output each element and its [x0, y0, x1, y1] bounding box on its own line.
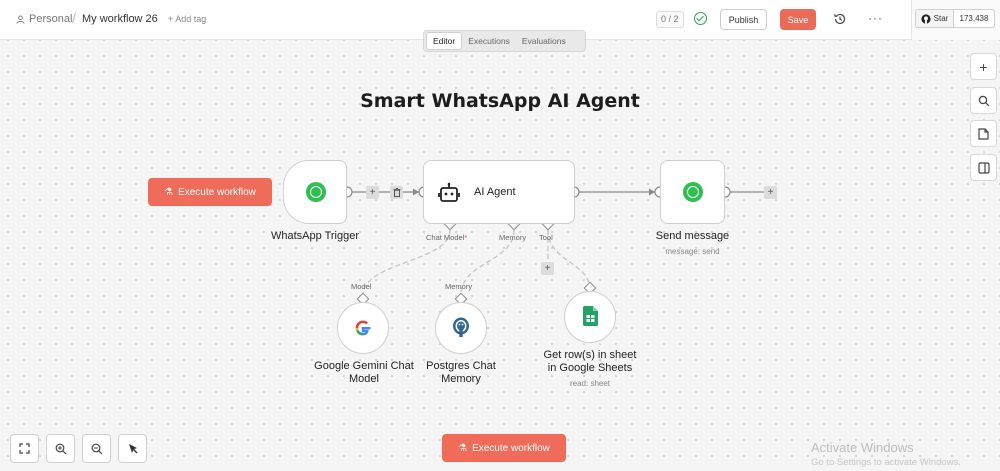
whatsapp-icon [306, 182, 326, 202]
plus-icon: + [767, 186, 774, 198]
send-message-label: Send message [655, 230, 730, 242]
required-mark: * [464, 233, 468, 242]
ai-agent-label: AI Agent [474, 186, 516, 198]
execute-workflow-button[interactable]: ⚗ Execute workflow [148, 178, 272, 206]
execute-workflow-label: Execute workflow [178, 186, 256, 198]
whatsapp-trigger-node[interactable] [283, 160, 347, 224]
fullscreen-icon [19, 443, 30, 454]
postgres-icon [453, 317, 469, 337]
model-port-label: Model [351, 282, 372, 291]
postgres-label-line2: Memory [441, 373, 481, 385]
gemini-label-line2: Model [349, 373, 379, 385]
add-tool-button[interactable]: + [541, 262, 554, 275]
chat-model-port-text: Chat Model [426, 233, 465, 242]
insert-node-button[interactable]: + [366, 186, 379, 199]
flask-icon: ⚗ [164, 186, 174, 198]
delete-connection-button[interactable] [390, 186, 403, 199]
plus-icon: + [544, 262, 551, 274]
google-sheets-subtitle: read: sheet [569, 379, 611, 388]
cursor-icon [128, 443, 137, 453]
zoom-in-button[interactable] [46, 434, 75, 463]
activation-watermark-title: Activate Windows [811, 440, 914, 455]
trash-icon [393, 188, 400, 197]
gemini-label-line1: Google Gemini Chat [314, 360, 414, 372]
google-sheets-icon [583, 306, 598, 326]
execute-workflow-bottom-label: Execute workflow [472, 442, 550, 454]
ai-agent-node[interactable]: AI Agent [423, 160, 575, 224]
select-mode-button[interactable] [118, 434, 147, 463]
gemini-label: Google Gemini Chat Model [305, 360, 423, 386]
google-icon [355, 320, 371, 336]
add-next-node-button[interactable]: + [764, 186, 777, 199]
zoom-in-icon [55, 443, 66, 454]
gemini-chat-model-node[interactable] [337, 302, 389, 354]
google-sheets-node[interactable] [564, 291, 616, 343]
google-sheets-label-line2: in Google Sheets [547, 362, 633, 374]
plus-icon: + [369, 186, 376, 198]
send-message-node[interactable] [660, 160, 725, 224]
robot-icon [438, 182, 460, 202]
execute-workflow-bottom-button[interactable]: ⚗ Execute workflow [442, 434, 566, 462]
tool-port-label: Tool [539, 233, 553, 242]
google-sheets-label: Get row(s) in sheet in Google Sheets [528, 349, 652, 375]
activation-watermark-text: Go to Settings to activate Windows. [811, 457, 961, 468]
postgres-label: Postgres Chat Memory [411, 360, 511, 386]
zoom-out-button[interactable] [82, 434, 111, 463]
postgres-label-line1: Postgres Chat [426, 360, 496, 372]
zoom-out-icon [91, 443, 102, 454]
google-sheets-label-line1: Get row(s) in sheet [543, 349, 637, 361]
postgres-memory-node[interactable] [435, 302, 487, 354]
memory-port-label: Memory [499, 233, 527, 242]
chat-model-port-label: Chat Model* [426, 233, 467, 242]
fit-view-button[interactable] [10, 434, 39, 463]
send-message-subtitle: message: send [665, 247, 720, 256]
flask-icon: ⚗ [458, 442, 468, 454]
whatsapp-icon [683, 182, 703, 202]
memory-sub-port-label: Memory [445, 282, 473, 291]
whatsapp-trigger-label: WhatsApp Trigger [270, 230, 360, 242]
